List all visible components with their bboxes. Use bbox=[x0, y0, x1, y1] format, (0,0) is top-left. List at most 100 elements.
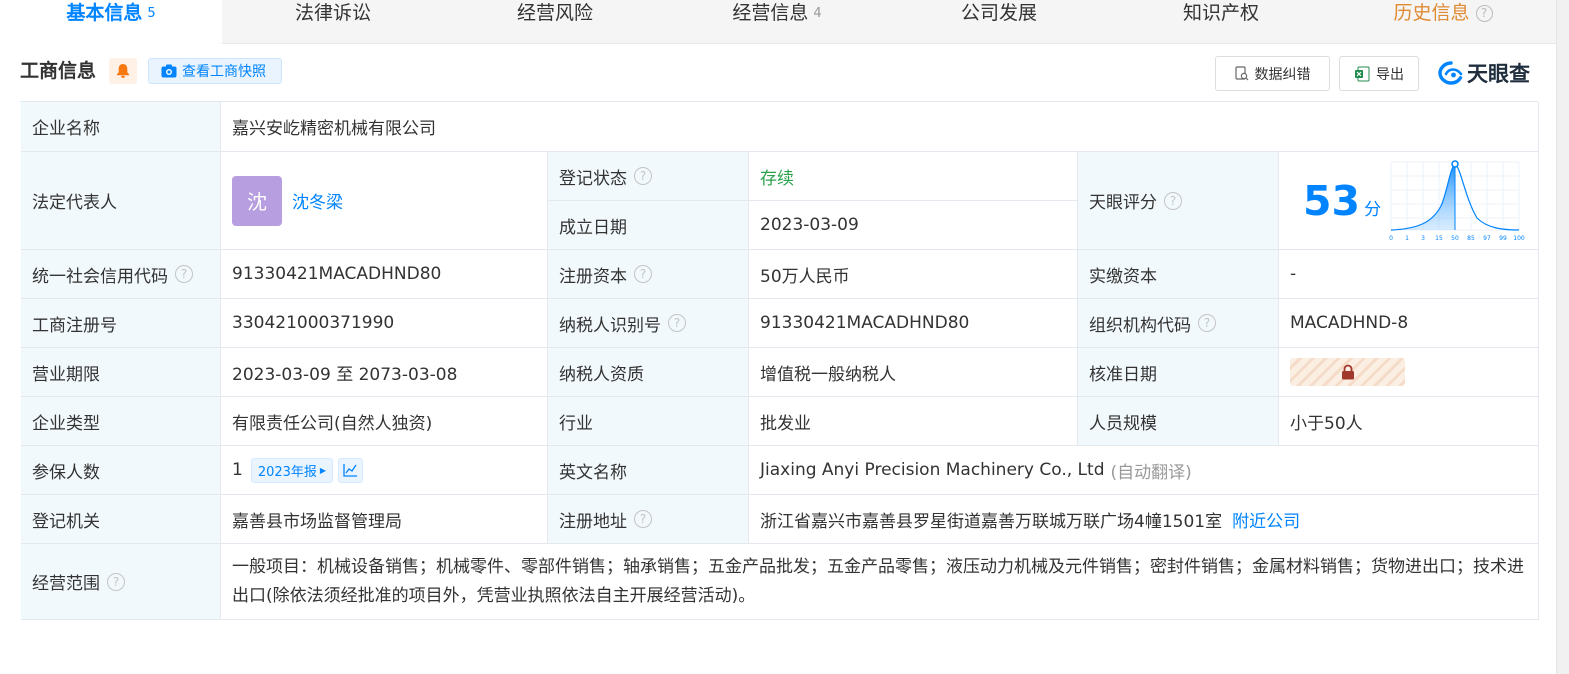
excel-icon bbox=[1355, 66, 1370, 81]
authority-label: 登记机关 bbox=[21, 495, 221, 543]
credit-code-label-cell: 统一社会信用代码 ? bbox=[21, 250, 221, 298]
tab-basic-info[interactable]: 基本信息 5 bbox=[0, 0, 222, 45]
english-name-value: Jiaxing Anyi Precision Machinery Co., Lt… bbox=[760, 460, 1105, 480]
taxpayer-type-value: 增值税一般纳税人 bbox=[749, 348, 1078, 396]
reg-no-label: 工商注册号 bbox=[21, 299, 221, 347]
authority-value: 嘉善县市场监督管理局 bbox=[221, 495, 548, 543]
reg-status-label-cell: 登记状态 ? bbox=[548, 152, 749, 200]
founded-label: 成立日期 bbox=[548, 201, 749, 249]
scope-label: 经营范围 bbox=[32, 574, 100, 594]
insured-label: 参保人数 bbox=[21, 446, 221, 494]
help-icon[interactable]: ? bbox=[634, 265, 652, 283]
logo-text: 天眼查 bbox=[1467, 62, 1530, 86]
table-row: 企业类型 有限责任公司(自然人独资) 行业 批发业 人员规模 小于50人 bbox=[21, 397, 1539, 446]
tab-label: 经营风险 bbox=[516, 2, 593, 24]
camera-icon bbox=[161, 64, 177, 78]
term-label: 营业期限 bbox=[21, 348, 221, 396]
tianyan-score-unit: 分 bbox=[1364, 200, 1382, 220]
tianyan-score-label-cell: 天眼评分 ? bbox=[1078, 152, 1279, 249]
help-icon[interactable]: ? bbox=[634, 167, 652, 185]
taxpayer-id-label: 纳税人识别号 bbox=[559, 315, 661, 336]
table-row: 企业名称 嘉兴安屹精密机械有限公司 bbox=[21, 102, 1539, 152]
tab-label: 法律诉讼 bbox=[294, 2, 371, 24]
tab-label: 经营信息 bbox=[732, 2, 809, 24]
insured-cell: 1 2023年报 ▶ bbox=[221, 446, 548, 494]
bell-icon[interactable] bbox=[109, 58, 137, 84]
help-icon[interactable]: ? bbox=[668, 314, 686, 332]
help-icon[interactable]: ? bbox=[1475, 5, 1493, 22]
help-icon[interactable]: ? bbox=[1164, 191, 1182, 210]
locked-value[interactable] bbox=[1290, 358, 1405, 386]
tab-intellectual-property[interactable]: 知识产权 bbox=[1110, 0, 1332, 44]
address-label-cell: 注册地址 ? bbox=[548, 495, 749, 543]
address-label: 注册地址 bbox=[559, 511, 627, 532]
help-icon[interactable]: ? bbox=[107, 572, 125, 591]
tab-label: 历史信息 bbox=[1393, 2, 1470, 24]
auto-translate-note: (自动翻译) bbox=[1110, 462, 1192, 483]
company-name-label: 企业名称 bbox=[21, 102, 221, 151]
taxpayer-id-value: 91330421MACADHND80 bbox=[749, 299, 1078, 347]
org-code-label: 组织机构代码 bbox=[1089, 315, 1191, 336]
tab-company-development[interactable]: 公司发展 bbox=[888, 0, 1110, 44]
scope-label-cell: 经营范围 ? bbox=[21, 544, 221, 619]
approval-date-label: 核准日期 bbox=[1078, 348, 1279, 396]
scope-value: 一般项目：机械设备销售；机械零件、零部件销售；轴承销售；五金产品批发；五金产品零… bbox=[221, 544, 1539, 619]
tianyan-score-cell[interactable]: 53 分 0 1 3 15 50 85 97 99 100 bbox=[1279, 152, 1539, 249]
tianyancha-logo: 天眼查 bbox=[1438, 58, 1530, 88]
export-label: 导出 bbox=[1376, 66, 1404, 83]
tab-business-info[interactable]: 经营信息 4 bbox=[666, 0, 888, 44]
legal-rep-link[interactable]: 沈冬梁 bbox=[292, 188, 343, 213]
english-name-cell: Jiaxing Anyi Precision Machinery Co., Lt… bbox=[749, 446, 1539, 494]
reg-capital-value: 50万人民币 bbox=[749, 250, 1078, 298]
address-cell: 浙江省嘉兴市嘉善县罗星街道嘉善万联城万联广场4幢1501室 附近公司 bbox=[749, 495, 1539, 543]
tab-business-risk[interactable]: 经营风险 bbox=[444, 0, 666, 44]
score-axis-tick: 99 bbox=[1499, 235, 1507, 242]
founded-value: 2023-03-09 bbox=[749, 201, 1078, 249]
section-title: 工商信息 bbox=[20, 60, 97, 82]
help-icon[interactable]: ? bbox=[634, 510, 652, 528]
score-axis-tick: 1 bbox=[1405, 235, 1409, 242]
caret-right-icon: ▶ bbox=[319, 465, 327, 475]
address-value: 浙江省嘉兴市嘉善县罗星街道嘉善万联城万联广场4幢1501室 bbox=[760, 511, 1223, 532]
export-button[interactable]: 导出 bbox=[1339, 56, 1419, 91]
paid-capital-label: 实缴资本 bbox=[1078, 250, 1279, 298]
legal-rep-cell: 沈 沈冬梁 bbox=[221, 152, 548, 249]
taxpayer-type-label: 纳税人资质 bbox=[548, 348, 749, 396]
score-distribution-chart: 0 1 3 15 50 85 97 99 100 bbox=[1389, 160, 1525, 242]
org-code-label-cell: 组织机构代码 ? bbox=[1078, 299, 1279, 347]
tab-history-info[interactable]: 历史信息 ? bbox=[1332, 0, 1554, 44]
help-icon[interactable]: ? bbox=[1198, 314, 1216, 332]
table-row: 登记机关 嘉善县市场监督管理局 注册地址 ? 浙江省嘉兴市嘉善县罗星街道嘉善万联… bbox=[21, 495, 1539, 544]
tianyan-score-label: 天眼评分 bbox=[1089, 193, 1157, 213]
annual-report-button[interactable]: 2023年报 ▶ bbox=[250, 457, 334, 483]
snapshot-label: 查看工商快照 bbox=[182, 64, 266, 80]
reg-capital-label-cell: 注册资本 ? bbox=[548, 250, 749, 298]
scrollbar[interactable] bbox=[1556, 0, 1569, 674]
table-row: 经营范围 ? 一般项目：机械设备销售；机械零件、零部件销售；轴承销售；五金产品批… bbox=[21, 544, 1539, 620]
english-name-label: 英文名称 bbox=[548, 446, 749, 494]
industry-value: 批发业 bbox=[749, 397, 1078, 445]
company-name-value: 嘉兴安屹精密机械有限公司 bbox=[221, 102, 1539, 151]
tab-label: 知识产权 bbox=[1182, 2, 1259, 24]
data-correction-button[interactable]: 数据纠错 bbox=[1215, 56, 1330, 91]
snapshot-button[interactable]: 查看工商快照 bbox=[148, 58, 282, 84]
eye-logo-icon bbox=[1438, 61, 1463, 85]
table-row: 统一社会信用代码 ? 91330421MACADHND80 注册资本 ? 50万… bbox=[21, 250, 1539, 299]
business-info-table: 企业名称 嘉兴安屹精密机械有限公司 法定代表人 沈 沈冬梁 登记状态 ? 存续 … bbox=[20, 101, 1539, 620]
table-row: 法定代表人 沈 沈冬梁 登记状态 ? 存续 成立日期 2023-03-09 天眼… bbox=[21, 152, 1539, 250]
taxpayer-id-label-cell: 纳税人识别号 ? bbox=[548, 299, 749, 347]
staff-size-label: 人员规模 bbox=[1078, 397, 1279, 445]
avatar[interactable]: 沈 bbox=[232, 175, 282, 226]
reg-no-value: 330421000371990 bbox=[221, 299, 548, 347]
tianyan-score-value: 53 bbox=[1303, 176, 1361, 225]
credit-code-value: 91330421MACADHND80 bbox=[221, 250, 548, 298]
approval-date-cell bbox=[1279, 348, 1539, 396]
tab-legal-litigation[interactable]: 法律诉讼 bbox=[222, 0, 444, 44]
nearby-companies-link[interactable]: 附近公司 bbox=[1232, 507, 1300, 532]
trend-chart-button[interactable] bbox=[338, 457, 364, 483]
reg-status-value: 存续 bbox=[749, 152, 1078, 200]
paid-capital-value: - bbox=[1279, 250, 1539, 298]
table-row: 营业期限 2023-03-09 至 2073-03-08 纳税人资质 增值税一般… bbox=[21, 348, 1539, 397]
help-icon[interactable]: ? bbox=[175, 265, 193, 283]
score-axis-tick: 97 bbox=[1483, 235, 1491, 242]
